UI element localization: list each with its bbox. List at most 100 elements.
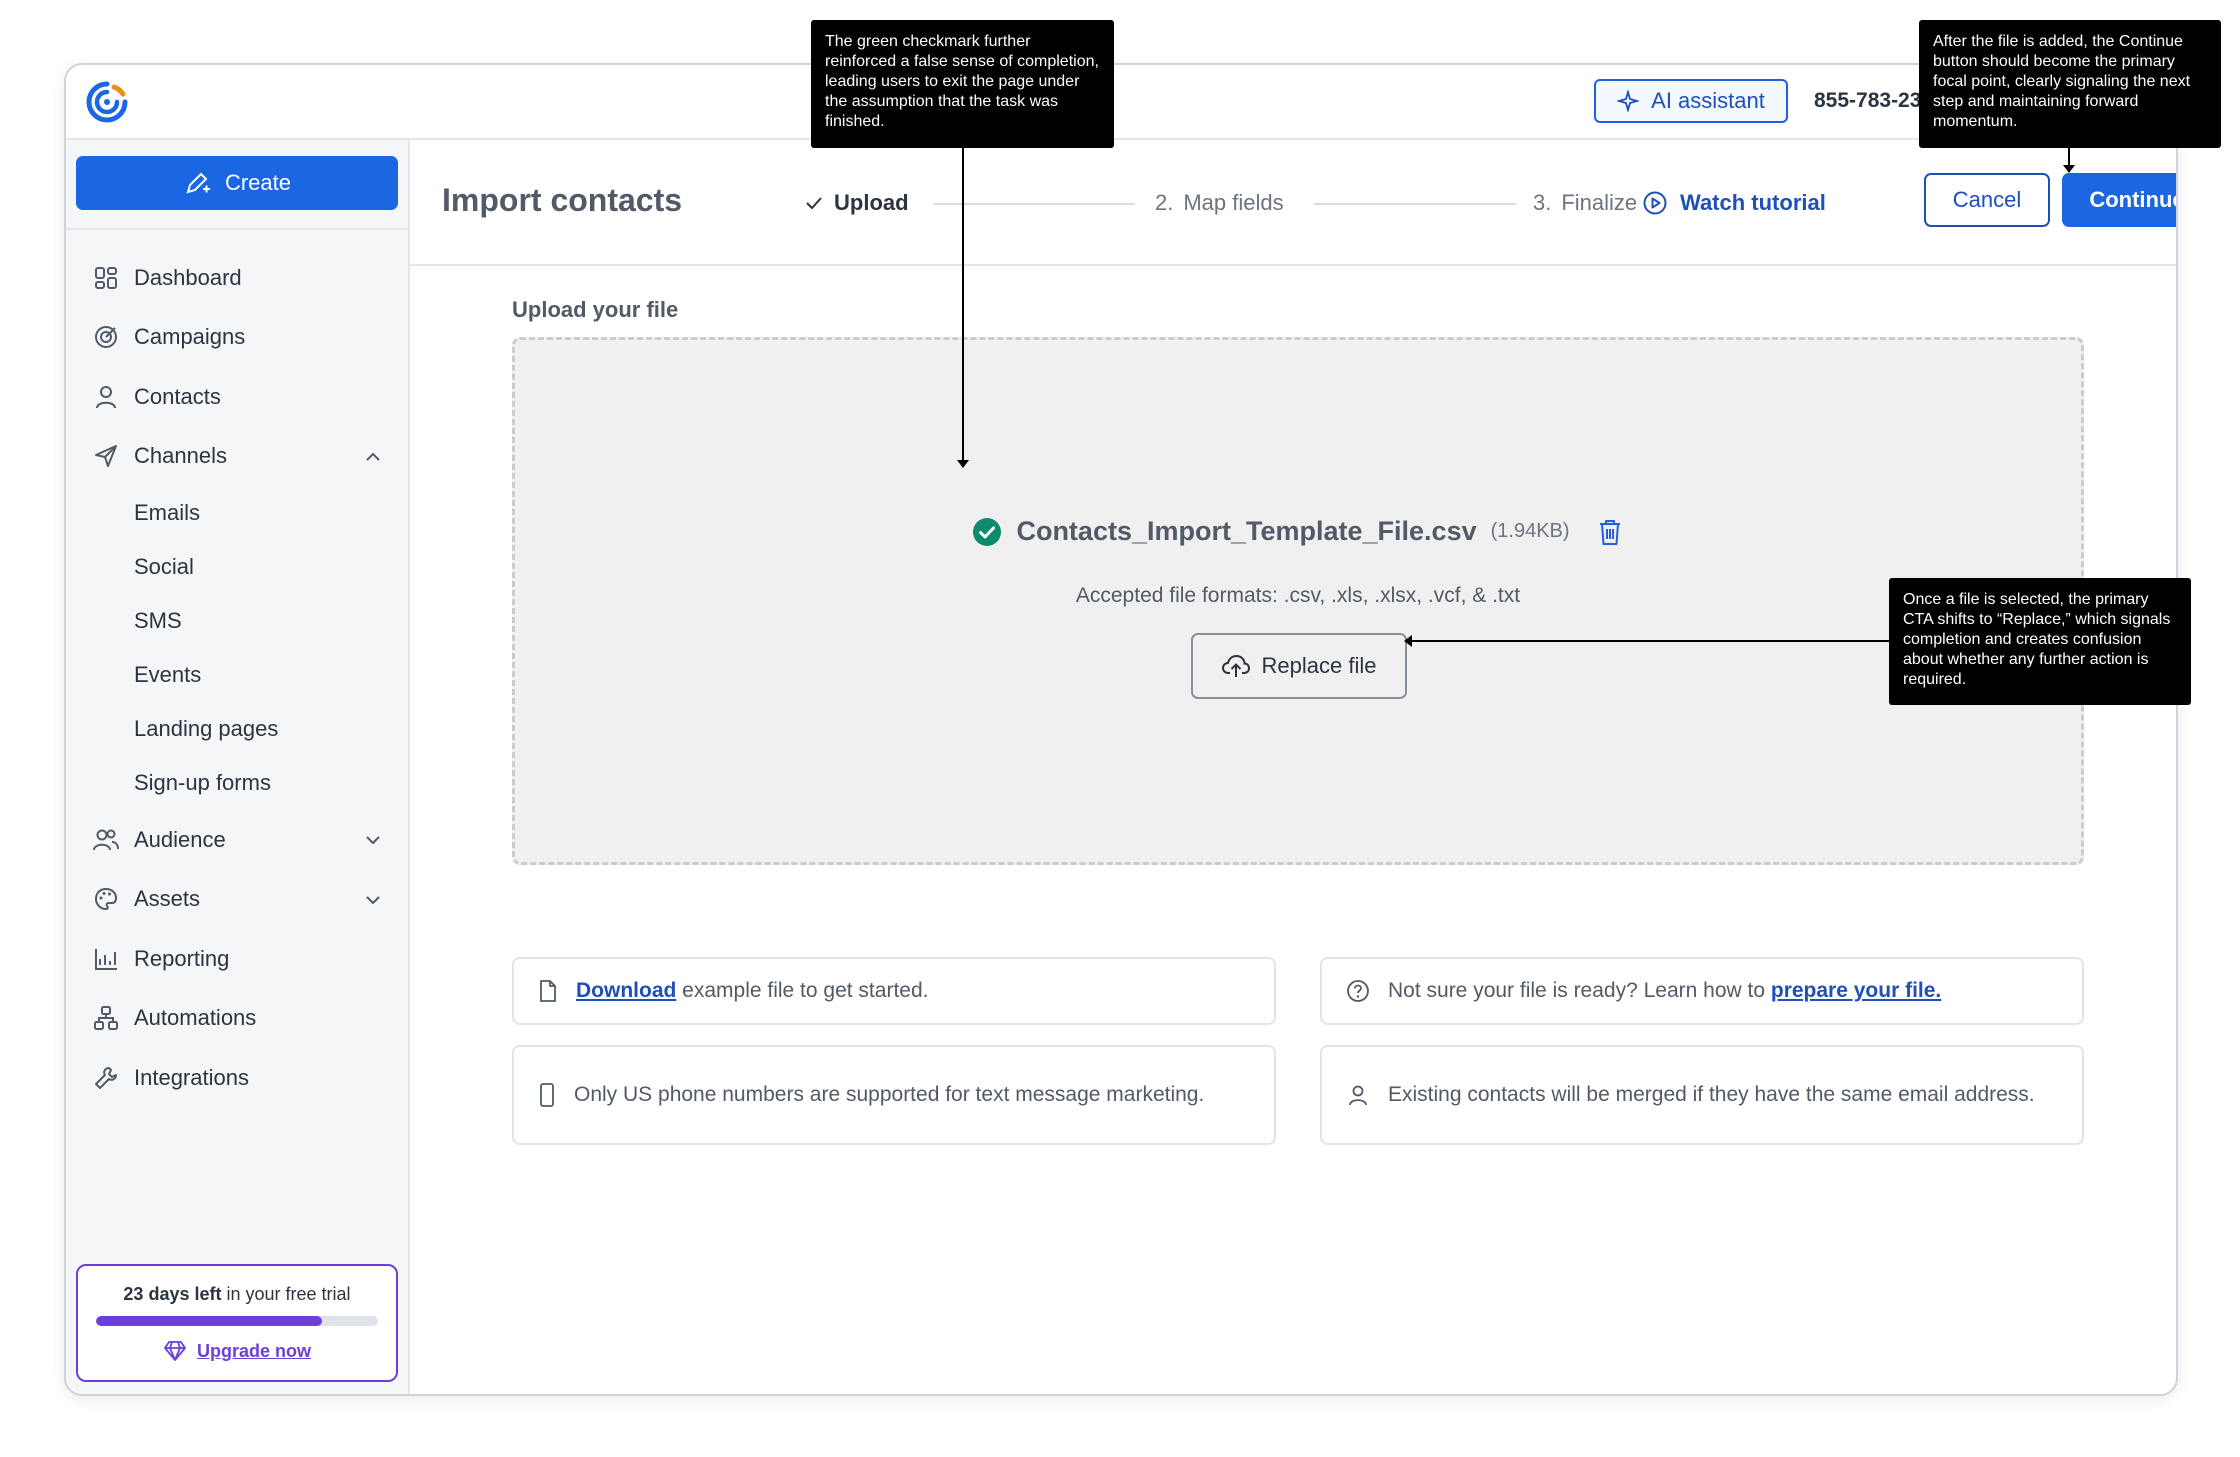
chevron-down-icon[interactable] xyxy=(364,831,382,849)
sidebar-item-automations[interactable]: Automations xyxy=(66,989,410,1049)
file-icon xyxy=(540,980,556,1002)
arrow-left-icon xyxy=(1404,635,1412,647)
prepare-text: Not sure your file is ready? Learn how t… xyxy=(1388,975,1941,1007)
trash-icon[interactable] xyxy=(1596,517,1624,547)
trial-progress-bar xyxy=(96,1316,378,1326)
pencil-plus-icon xyxy=(186,172,210,194)
ai-assistant-label: AI assistant xyxy=(1651,88,1765,113)
continue-button[interactable]: Continue xyxy=(2062,173,2176,227)
sidebar-item-contacts[interactable]: Contacts xyxy=(66,367,410,427)
replace-callout-line xyxy=(1410,640,1889,642)
sparkle-icon xyxy=(1617,90,1640,112)
sidebar-subitem-emails[interactable]: Emails xyxy=(66,486,410,540)
trial-card: 23 days left in your free trial Upgrade … xyxy=(76,1264,398,1382)
checkmark-callout-line xyxy=(962,148,964,463)
watch-tutorial-label: Watch tutorial xyxy=(1680,190,1826,215)
sidebar-item-integrations[interactable]: Integrations xyxy=(66,1048,410,1108)
main-content: Import contacts Upload 2. Map fields 3. … xyxy=(410,140,2176,1394)
prepare-info-card: Not sure your file is ready? Learn how t… xyxy=(1320,957,2084,1025)
step-upload[interactable]: Upload xyxy=(804,190,909,216)
phone-info-card: Only US phone numbers are supported for … xyxy=(512,1045,1276,1145)
check-circle-icon xyxy=(973,517,1002,546)
diamond-icon xyxy=(164,1341,186,1361)
file-name: Contacts_Import_Template_File.csv xyxy=(1016,516,1477,546)
sidebar-item-channels[interactable]: Channels xyxy=(66,427,410,487)
step-number: 2. xyxy=(1155,190,1174,215)
create-label: Create xyxy=(224,170,292,195)
sidebar-subitem-events[interactable]: Events xyxy=(66,648,410,702)
sidebar-item-dashboard[interactable]: Dashboard xyxy=(66,248,410,308)
play-circle-icon xyxy=(1643,191,1667,215)
watch-tutorial-link[interactable]: Watch tutorial xyxy=(1642,190,1826,216)
flow-icon xyxy=(92,1004,120,1032)
file-size: (1.94KB) xyxy=(1490,520,1570,542)
step-finalize[interactable]: 3. Finalize xyxy=(1533,190,1637,216)
phone-number[interactable]: 855-783-23 xyxy=(1814,89,1921,113)
sidebar-subitem-signup-forms[interactable]: Sign-up forms xyxy=(66,756,410,810)
arrow-down-icon xyxy=(957,460,969,468)
brand-logo-icon[interactable] xyxy=(84,79,130,125)
download-text: Download example file to get started. xyxy=(576,975,928,1007)
step-map-fields-label: Map fields xyxy=(1183,190,1284,215)
accepted-formats: Accepted file formats: .csv, .xls, .xlsx… xyxy=(1075,584,1521,607)
trial-text: 23 days left in your free trial xyxy=(78,1284,396,1305)
user-icon xyxy=(1349,1085,1367,1106)
bar-chart-icon xyxy=(92,945,120,973)
phone-note: Only US phone numbers are supported for … xyxy=(574,1083,1205,1107)
step-number: 3. xyxy=(1533,190,1552,215)
chevron-down-icon[interactable] xyxy=(364,891,382,909)
checkmark-callout: The green checkmark further reinforced a… xyxy=(811,20,1114,148)
sidebar-item-label: Integrations xyxy=(134,1064,249,1090)
trial-days-left: 23 days left xyxy=(123,1284,222,1304)
sidebar-item-audience[interactable]: Audience xyxy=(66,810,410,870)
contacts-icon xyxy=(92,383,120,411)
sidebar-item-label: Assets xyxy=(134,886,201,912)
file-dropzone[interactable]: Contacts_Import_Template_File.csv (1.94K… xyxy=(512,337,2084,865)
arrow-down-icon xyxy=(2063,165,2075,173)
channels-icon xyxy=(92,442,120,470)
sidebar-item-label: Channels xyxy=(134,443,227,469)
import-header: Import contacts Upload 2. Map fields 3. … xyxy=(410,140,2176,266)
ai-assistant-button[interactable]: AI assistant xyxy=(1594,79,1788,123)
sidebar-item-label: Dashboard xyxy=(134,264,242,290)
sidebar-subitem-sms[interactable]: SMS xyxy=(66,594,410,648)
continue-callout: After the file is added, the Continue bu… xyxy=(1919,20,2221,148)
sidebar-item-label: Audience xyxy=(134,826,226,852)
trial-progress-fill xyxy=(96,1316,322,1326)
sidebar-item-label: Campaigns xyxy=(134,324,246,350)
sidebar-item-assets[interactable]: Assets xyxy=(66,870,410,930)
prepare-file-link[interactable]: prepare your file. xyxy=(1771,979,1941,1002)
top-bar: AI assistant 855-783-23 xyxy=(66,65,2176,140)
trial-suffix: in your free trial xyxy=(226,1284,351,1304)
sidebar-item-label: Contacts xyxy=(134,383,221,409)
sidebar-item-reporting[interactable]: Reporting xyxy=(66,929,410,989)
wrench-icon xyxy=(92,1064,120,1092)
upload-section-title: Upload your file xyxy=(512,297,679,322)
step-map-fields[interactable]: 2. Map fields xyxy=(1155,190,1284,216)
campaigns-icon xyxy=(92,323,120,351)
chevron-up-icon[interactable] xyxy=(364,448,382,466)
merge-note: Existing contacts will be merged if they… xyxy=(1388,1083,2035,1107)
replace-file-button[interactable]: Replace file xyxy=(1191,633,1407,699)
create-button[interactable]: Create xyxy=(76,156,398,210)
sidebar-nav: Dashboard Campaigns Contacts Channels Em… xyxy=(66,248,410,1108)
sidebar-divider xyxy=(66,228,408,230)
step-upload-label: Upload xyxy=(834,190,909,215)
audience-icon xyxy=(92,826,120,854)
sidebar-subitem-social[interactable]: Social xyxy=(66,540,410,594)
cancel-button[interactable]: Cancel xyxy=(1924,173,2050,227)
step-finalize-label: Finalize xyxy=(1561,190,1638,215)
sidebar-item-campaigns[interactable]: Campaigns xyxy=(66,308,410,368)
page-title: Import contacts xyxy=(442,182,683,218)
upgrade-link[interactable]: Upgrade now xyxy=(78,1340,396,1362)
merge-info-card: Existing contacts will be merged if they… xyxy=(1320,1045,2084,1145)
help-circle-icon xyxy=(1347,980,1369,1002)
mobile-phone-icon xyxy=(540,1083,554,1107)
sidebar-item-label: Reporting xyxy=(134,945,230,971)
download-link[interactable]: Download xyxy=(576,979,676,1002)
upgrade-label: Upgrade now xyxy=(196,1340,311,1361)
dashboard-icon xyxy=(92,264,120,292)
step-connector xyxy=(1314,203,1516,205)
sidebar-subitem-landing-pages[interactable]: Landing pages xyxy=(66,702,410,756)
prepare-prefix: Not sure your file is ready? Learn how t… xyxy=(1388,979,1766,1003)
